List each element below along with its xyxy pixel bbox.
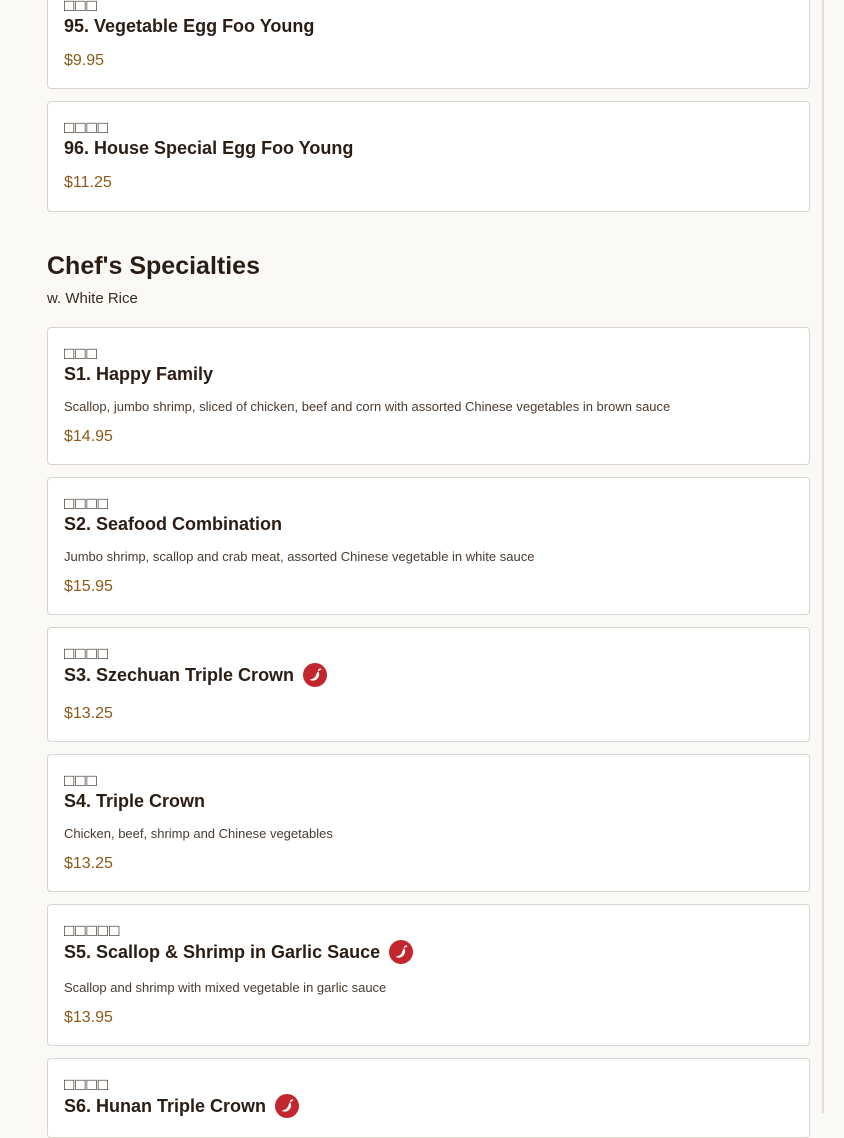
item-name-row: S3. Szechuan Triple Crown: [64, 663, 328, 687]
chili-pepper-icon: [275, 1094, 300, 1118]
item-description: Chicken, beef, shrimp and Chinese vegeta…: [64, 826, 333, 841]
item-chinese-name: □□□□: [64, 118, 110, 137]
item-price: $13.25: [64, 855, 113, 872]
item-chinese-name: □□□: [64, 771, 98, 790]
item-name-row: S6. Hunan Triple Crown: [64, 1094, 300, 1118]
item-name: S2. Seafood Combination: [64, 514, 283, 534]
item-chinese-name: □□□□: [64, 644, 110, 663]
item-name: 95. Vegetable Egg Foo Young: [64, 16, 315, 36]
item-name-row: S5. Scallop & Shrimp in Garlic Sauce: [64, 940, 414, 964]
item-price: $11.25: [64, 174, 112, 191]
item-chinese-name: □□□□: [64, 1075, 110, 1094]
item-price: $9.95: [64, 52, 105, 69]
item-price: $13.95: [64, 1009, 113, 1026]
section-title: Chef's Specialties: [47, 252, 260, 280]
menu-item-card[interactable]: □□□ S1. Happy Family Scallop, jumbo shri…: [47, 327, 810, 465]
page-edge-divider: [822, 0, 824, 1113]
menu-item-card[interactable]: □□□ 95. Vegetable Egg Foo Young $9.95: [47, 0, 810, 89]
menu-item-card[interactable]: □□□□ 96. House Special Egg Foo Young $11…: [47, 101, 810, 212]
item-description: Scallop, jumbo shrimp, sliced of chicken…: [64, 399, 671, 414]
item-chinese-name: □□□: [64, 0, 98, 15]
item-price: $13.25: [64, 705, 113, 722]
menu-page: □□□ 95. Vegetable Egg Foo Young $9.95 □□…: [0, 0, 844, 1138]
chili-pepper-icon: [389, 940, 414, 964]
menu-item-card[interactable]: □□□□□ S5. Scallop & Shrimp in Garlic Sau…: [47, 904, 810, 1046]
menu-item-card[interactable]: □□□□ S2. Seafood Combination Jumbo shrim…: [47, 477, 810, 615]
item-description: Jumbo shrimp, scallop and crab meat, ass…: [64, 549, 535, 564]
item-name: 96. House Special Egg Foo Young: [64, 138, 354, 158]
item-price: $15.95: [64, 578, 113, 595]
item-name: S1. Happy Family: [64, 364, 214, 384]
item-name: S3. Szechuan Triple Crown: [64, 665, 295, 685]
item-chinese-name: □□□□: [64, 494, 110, 513]
menu-item-card[interactable]: □□□□ S3. Szechuan Triple Crown $13.25: [47, 627, 810, 742]
item-name: S6. Hunan Triple Crown: [64, 1096, 267, 1116]
item-price: $14.95: [64, 428, 113, 445]
menu-item-card[interactable]: □□□□ S6. Hunan Triple Crown: [47, 1058, 810, 1138]
item-name: S4. Triple Crown: [64, 791, 206, 811]
item-chinese-name: □□□: [64, 344, 98, 363]
menu-item-card[interactable]: □□□ S4. Triple Crown Chicken, beef, shri…: [47, 754, 810, 892]
chili-pepper-icon: [303, 663, 328, 687]
item-name: S5. Scallop & Shrimp in Garlic Sauce: [64, 942, 381, 962]
item-description: Scallop and shrimp with mixed vegetable …: [64, 980, 387, 995]
section-subtitle: w. White Rice: [47, 290, 138, 307]
item-chinese-name: □□□□□: [64, 921, 121, 940]
